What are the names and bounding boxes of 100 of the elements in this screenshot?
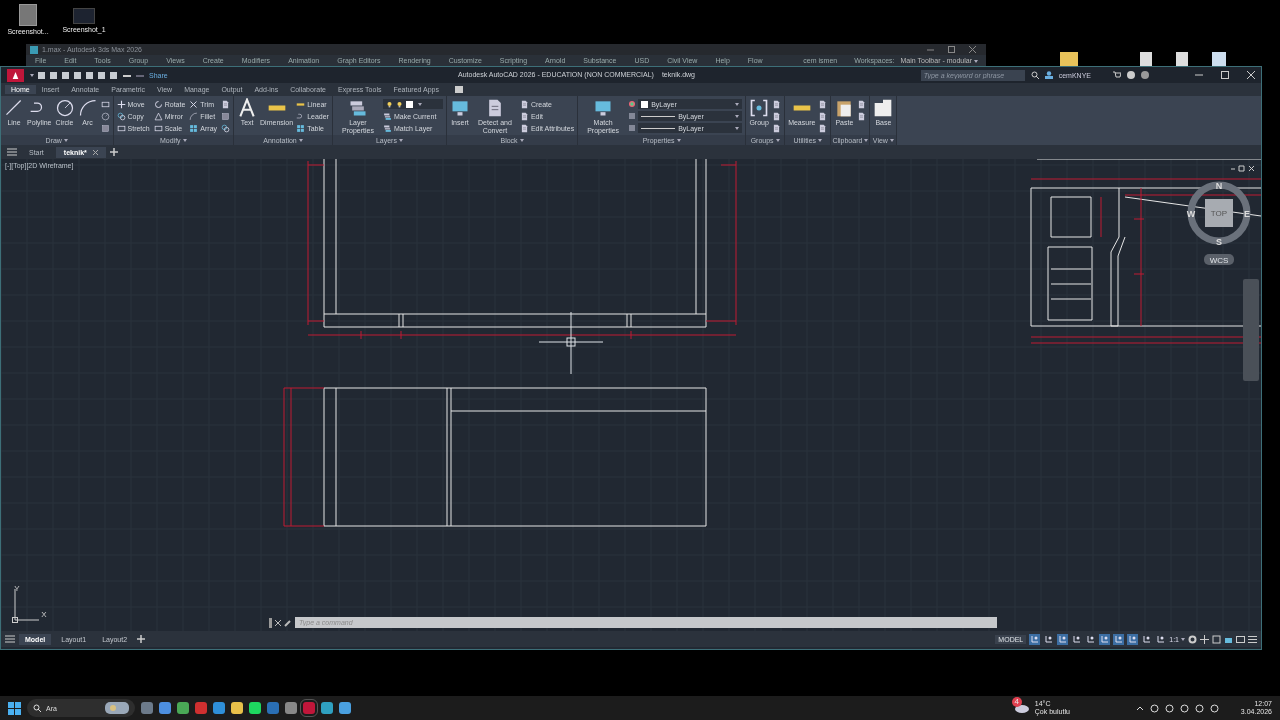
lines-icon[interactable] [628,124,637,132]
line-icon[interactable] [4,98,24,118]
arc-icon[interactable] [189,111,199,121]
task-view-icon[interactable] [141,702,153,714]
minimize-icon[interactable] [1195,71,1203,79]
photos-icon[interactable] [339,702,351,714]
ucs-axes-icon [12,588,40,623]
status-toggle[interactable] [1057,633,1069,645]
document-icon[interactable] [772,111,782,121]
music-icon[interactable] [249,702,261,714]
game-icon[interactable] [267,702,279,714]
circle-icon[interactable] [100,111,110,121]
app-icon[interactable] [303,702,315,714]
document-icon[interactable] [772,99,782,109]
close-icon[interactable] [969,46,976,53]
document-icon[interactable] [519,111,529,121]
arc-icon[interactable] [77,98,98,118]
plus-icon[interactable] [1200,634,1209,644]
move-icon[interactable] [116,99,126,109]
bulb-icon[interactable] [385,100,393,108]
weather-icon[interactable] [1014,703,1029,713]
app-menu-button[interactable] [7,68,24,82]
color-wheel-icon[interactable] [628,100,637,108]
document-icon[interactable] [818,111,828,121]
folder-icon[interactable] [231,702,243,714]
maximize-icon[interactable] [1221,71,1229,79]
app-icon[interactable] [285,702,297,714]
add-icon[interactable] [109,148,118,156]
app-icon[interactable] [321,702,333,714]
cart-icon[interactable] [1113,71,1121,79]
group-icon[interactable] [749,98,770,118]
browser-icon[interactable] [195,702,207,714]
lines-icon[interactable] [628,112,637,120]
mirror-icon[interactable] [153,111,163,121]
status-toggle[interactable] [1113,633,1125,645]
document-icon[interactable] [221,99,231,109]
status-toggle[interactable] [1029,633,1041,645]
rectangle-icon[interactable] [153,123,163,133]
wrench-icon[interactable] [284,618,292,627]
document-icon[interactable] [857,99,867,109]
rotate-icon[interactable] [153,99,163,109]
ucs-label[interactable]: WCS [1209,255,1229,265]
fullscreen-icon[interactable] [1236,634,1245,644]
array-icon[interactable] [189,123,199,133]
array-icon[interactable] [296,123,306,133]
grip-icon[interactable] [269,617,272,628]
search-icon[interactable] [1030,71,1039,79]
user-icon[interactable] [1044,71,1053,79]
layers-icon[interactable] [382,111,392,121]
layer-dropdown[interactable] [382,99,443,109]
mail-icon[interactable] [159,702,171,714]
chevron-icon[interactable] [1135,704,1144,712]
copy-icon[interactable] [116,111,126,121]
hatch-icon[interactable] [100,123,110,133]
circle-icon[interactable] [54,98,75,118]
base-view-icon[interactable] [873,98,894,118]
hatch-icon[interactable] [221,111,231,121]
ucs-menu[interactable] [1204,254,1234,265]
document-icon[interactable] [857,111,867,121]
status-toggle[interactable] [1071,633,1083,645]
document-icon[interactable] [519,99,529,109]
screenshot-thumbnail-icon[interactable] [19,4,37,26]
close-icon[interactable] [275,619,281,626]
insert-icon[interactable] [593,98,614,118]
document-icon[interactable] [519,123,529,133]
document-icon[interactable] [818,99,828,109]
copy-icon[interactable] [221,123,231,133]
screenshot-thumbnail-icon[interactable] [73,8,95,24]
notification-badge: 4 [1011,697,1022,707]
help-icon[interactable] [1127,71,1135,79]
close-icon[interactable] [1247,71,1255,79]
compass-label: W [1186,209,1196,219]
menu-icon[interactable] [1248,634,1257,644]
logo-icon [12,71,19,79]
status-toggle[interactable] [1155,633,1167,645]
browser-icon[interactable] [177,702,189,714]
search-icon[interactable] [33,704,41,712]
status-toggle[interactable] [1127,633,1139,645]
add-icon[interactable] [137,635,146,643]
settings-icon[interactable] [1188,634,1197,644]
rectangle-icon[interactable] [100,99,110,109]
status-toggle[interactable] [1141,633,1153,645]
layers-icon[interactable] [382,123,392,133]
status-toggle[interactable] [1085,633,1097,645]
start-icon[interactable] [8,701,21,715]
browser-icon[interactable] [213,702,225,714]
status-toggle[interactable] [1043,633,1055,645]
speaker-icon[interactable] [1209,703,1219,713]
isolate-icon[interactable] [1212,634,1221,644]
bulb-icon[interactable] [395,100,403,108]
network-icon[interactable] [1194,703,1204,713]
maximize-icon[interactable] [948,46,955,53]
document-icon[interactable] [818,123,828,133]
status-toggle[interactable] [1099,633,1111,645]
viewport-window-controls[interactable] [1230,165,1255,172]
trim-icon[interactable] [189,99,199,109]
close-icon[interactable] [92,149,98,155]
globe-icon[interactable] [1141,71,1149,79]
rectangle-icon[interactable] [116,123,126,133]
document-icon[interactable] [772,123,782,133]
